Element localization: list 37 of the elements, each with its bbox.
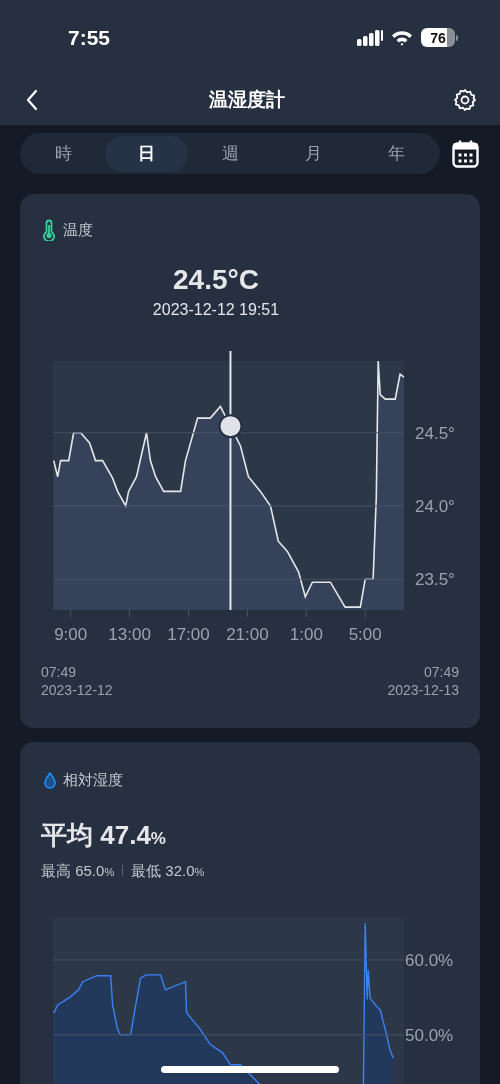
axis-label: 5:00 xyxy=(348,624,382,644)
page-title: 温湿度計 xyxy=(209,87,285,112)
axis-label: 1:00 xyxy=(289,624,323,644)
min-humidity: 最低 32.0% xyxy=(131,860,205,881)
card-title: 相対湿度 xyxy=(63,770,123,790)
reading-timestamp: 2023-12-12 19:51 xyxy=(152,299,280,320)
battery-indicator: 76 xyxy=(421,28,458,47)
axis-label: 13:00 xyxy=(108,624,151,644)
axis-label: 9:00 xyxy=(54,624,88,644)
water-drop-icon xyxy=(44,771,56,789)
average-humidity: 平均 47.4% xyxy=(40,818,167,852)
range-start-time: 07:49 xyxy=(41,662,78,681)
axis-label: 24.0° xyxy=(415,496,455,516)
max-humidity: 最高 65.0% xyxy=(41,860,115,881)
signal-icon xyxy=(357,29,383,46)
card-title: 温度 xyxy=(63,220,93,240)
range-tab[interactable]: 年 xyxy=(354,135,438,172)
axis-label: 17:00 xyxy=(167,624,210,644)
range-end-time: 07:49 xyxy=(423,662,459,681)
range-tab[interactable]: 月 xyxy=(271,135,355,172)
axis-label: 60.0% xyxy=(405,950,454,970)
temperature-value: 24.5°C xyxy=(173,262,259,297)
range-tab[interactable]: 時 xyxy=(22,135,106,172)
thermometer-icon xyxy=(42,219,56,242)
axis-label: 23.5° xyxy=(415,569,455,589)
range-end-date: 2023-12-13 xyxy=(387,680,459,699)
settings-button[interactable] xyxy=(452,87,478,113)
calendar-button[interactable] xyxy=(450,138,480,169)
axis-label: 50.0% xyxy=(405,1025,454,1045)
range-tab[interactable]: 日 xyxy=(105,135,189,172)
status-time: 7:55 xyxy=(68,24,111,51)
chart-cursor[interactable] xyxy=(218,350,243,611)
range-tab[interactable]: 週 xyxy=(188,135,272,172)
wifi-icon xyxy=(391,29,413,46)
axis-label: 21:00 xyxy=(226,624,269,644)
range-start-date: 2023-12-12 xyxy=(41,680,113,699)
axis-label: 24.5° xyxy=(415,423,455,443)
